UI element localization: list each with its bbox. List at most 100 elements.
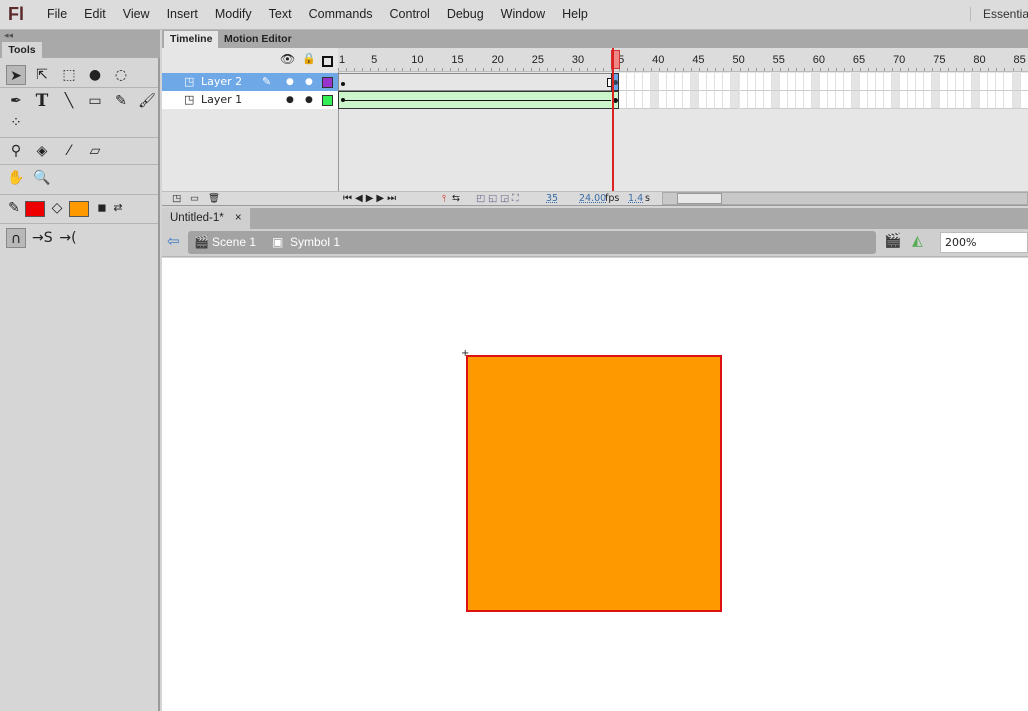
frame-cell[interactable] [787,91,796,109]
frame-cell[interactable] [635,73,644,91]
frame-cell[interactable] [884,91,893,109]
line-tool-icon[interactable]: ╲ [59,91,79,111]
visibility-dot[interactable]: ● [286,91,294,109]
frame-cell[interactable] [859,73,868,91]
frame-cell[interactable] [707,91,716,109]
paint-bucket-tool-icon[interactable]: ◈ [32,141,52,161]
frame-cell[interactable] [1012,73,1021,91]
frame-cell[interactable] [876,73,885,91]
frame-cell[interactable] [884,73,893,91]
frame-cell[interactable] [851,73,860,91]
brush-tool-icon[interactable]: 🖌 [137,91,157,111]
subselection-tool-icon[interactable]: ⇱ [32,65,52,85]
frame-cell[interactable] [819,91,828,109]
frame-cell[interactable] [667,91,676,109]
frame-cell[interactable] [747,73,756,91]
frame-cell[interactable] [1012,91,1021,109]
keyframe[interactable] [341,82,345,86]
eyedropper-tool-icon[interactable]: ⁄ [59,141,79,161]
frame-cell[interactable] [916,73,925,91]
outline-all-icon[interactable] [322,56,333,67]
lasso-tool-icon[interactable]: ◌ [111,65,131,85]
frame-cell[interactable] [627,73,636,91]
free-transform-tool-icon[interactable]: ⬚ [59,65,79,85]
swap-colors-icon[interactable]: ⇄ [108,198,128,218]
frame-cell[interactable] [715,91,724,109]
menu-edit[interactable]: Edit [84,7,106,21]
layer-row-layer-2[interactable]: ◳ Layer 2 ✎ ● ● [162,73,338,91]
fill-color-swatch[interactable] [69,201,89,217]
frame-cell[interactable] [908,73,917,91]
frame-cell[interactable] [892,91,901,109]
workspace-switcher[interactable]: Essentials [970,7,1028,21]
frame-cell[interactable] [731,91,740,109]
frame-cell[interactable] [948,91,957,109]
frame-cell[interactable] [731,73,740,91]
frame-cell[interactable] [715,73,724,91]
frame-cell[interactable] [996,73,1005,91]
frame-cell[interactable] [835,73,844,91]
frame-cell[interactable] [811,73,820,91]
frame-cell[interactable] [956,91,965,109]
frame-cell[interactable] [763,73,772,91]
deco-tool-icon[interactable]: ⁘ [6,113,26,133]
frame-cell[interactable] [787,73,796,91]
frame-cell[interactable] [651,91,660,109]
frame-cell[interactable] [659,91,668,109]
frame-cell[interactable] [619,91,628,109]
menu-debug[interactable]: Debug [447,7,484,21]
breadcrumb-scene[interactable]: Scene 1 [212,231,256,254]
edit-scene-icon[interactable]: 🎬 [884,233,901,249]
frame-cell[interactable] [859,91,868,109]
frame-cell[interactable] [779,91,788,109]
menu-modify[interactable]: Modify [215,7,252,21]
frame-cell[interactable] [755,73,764,91]
frame-cell[interactable] [843,91,852,109]
outline-color-swatch[interactable] [322,77,333,88]
snap-to-objects-icon[interactable]: ∩ [6,228,26,248]
frame-cell[interactable] [699,91,708,109]
frame-cell[interactable] [779,73,788,91]
frame-cell[interactable] [683,91,692,109]
frame-cell[interactable] [795,73,804,91]
frame-cell[interactable] [651,73,660,91]
frame-cell[interactable] [771,73,780,91]
frame-cell[interactable] [675,73,684,91]
stage[interactable]: + [162,258,1028,711]
frame-cell[interactable] [795,91,804,109]
playback-controls[interactable]: ⏮◀▶▶⏭ [343,192,399,205]
hand-tool-icon[interactable]: ✋ [6,168,26,188]
frame-cell[interactable] [675,91,684,109]
frame-cell[interactable] [811,91,820,109]
frame-cell[interactable] [996,91,1005,109]
document-tab[interactable]: Untitled-1* × [162,208,250,229]
tab-timeline[interactable]: Timeline [164,31,219,48]
zoom-input[interactable]: 200% [940,232,1028,253]
keyframe[interactable] [341,98,345,102]
menu-text[interactable]: Text [269,7,292,21]
menu-commands[interactable]: Commands [309,7,373,21]
frame-cell[interactable] [1020,91,1028,109]
menu-window[interactable]: Window [501,7,545,21]
frame-cell[interactable] [643,73,652,91]
frame-cell[interactable] [924,73,933,91]
frame-cell[interactable] [619,73,628,91]
frame-cell[interactable] [876,91,885,109]
frame-cell[interactable] [972,91,981,109]
horizontal-scrollbar[interactable] [662,192,1028,205]
frame-cell[interactable] [867,73,876,91]
eraser-tool-icon[interactable]: ▱ [85,141,105,161]
frame-cell[interactable] [739,73,748,91]
frame-cell[interactable] [972,73,981,91]
edit-symbols-icon[interactable]: ◭ [912,233,923,249]
frame-cell[interactable] [635,91,644,109]
frame-cell[interactable] [940,73,949,91]
frame-cell[interactable] [916,91,925,109]
frame-cell[interactable] [908,91,917,109]
new-layer-icon[interactable]: ◳ [172,192,181,205]
frame-cell[interactable] [835,91,844,109]
frame-cell[interactable] [707,73,716,91]
frame-cell[interactable] [691,91,700,109]
3d-rotation-tool-icon[interactable]: ● [85,65,105,85]
current-frame[interactable]: 35 [546,192,558,205]
